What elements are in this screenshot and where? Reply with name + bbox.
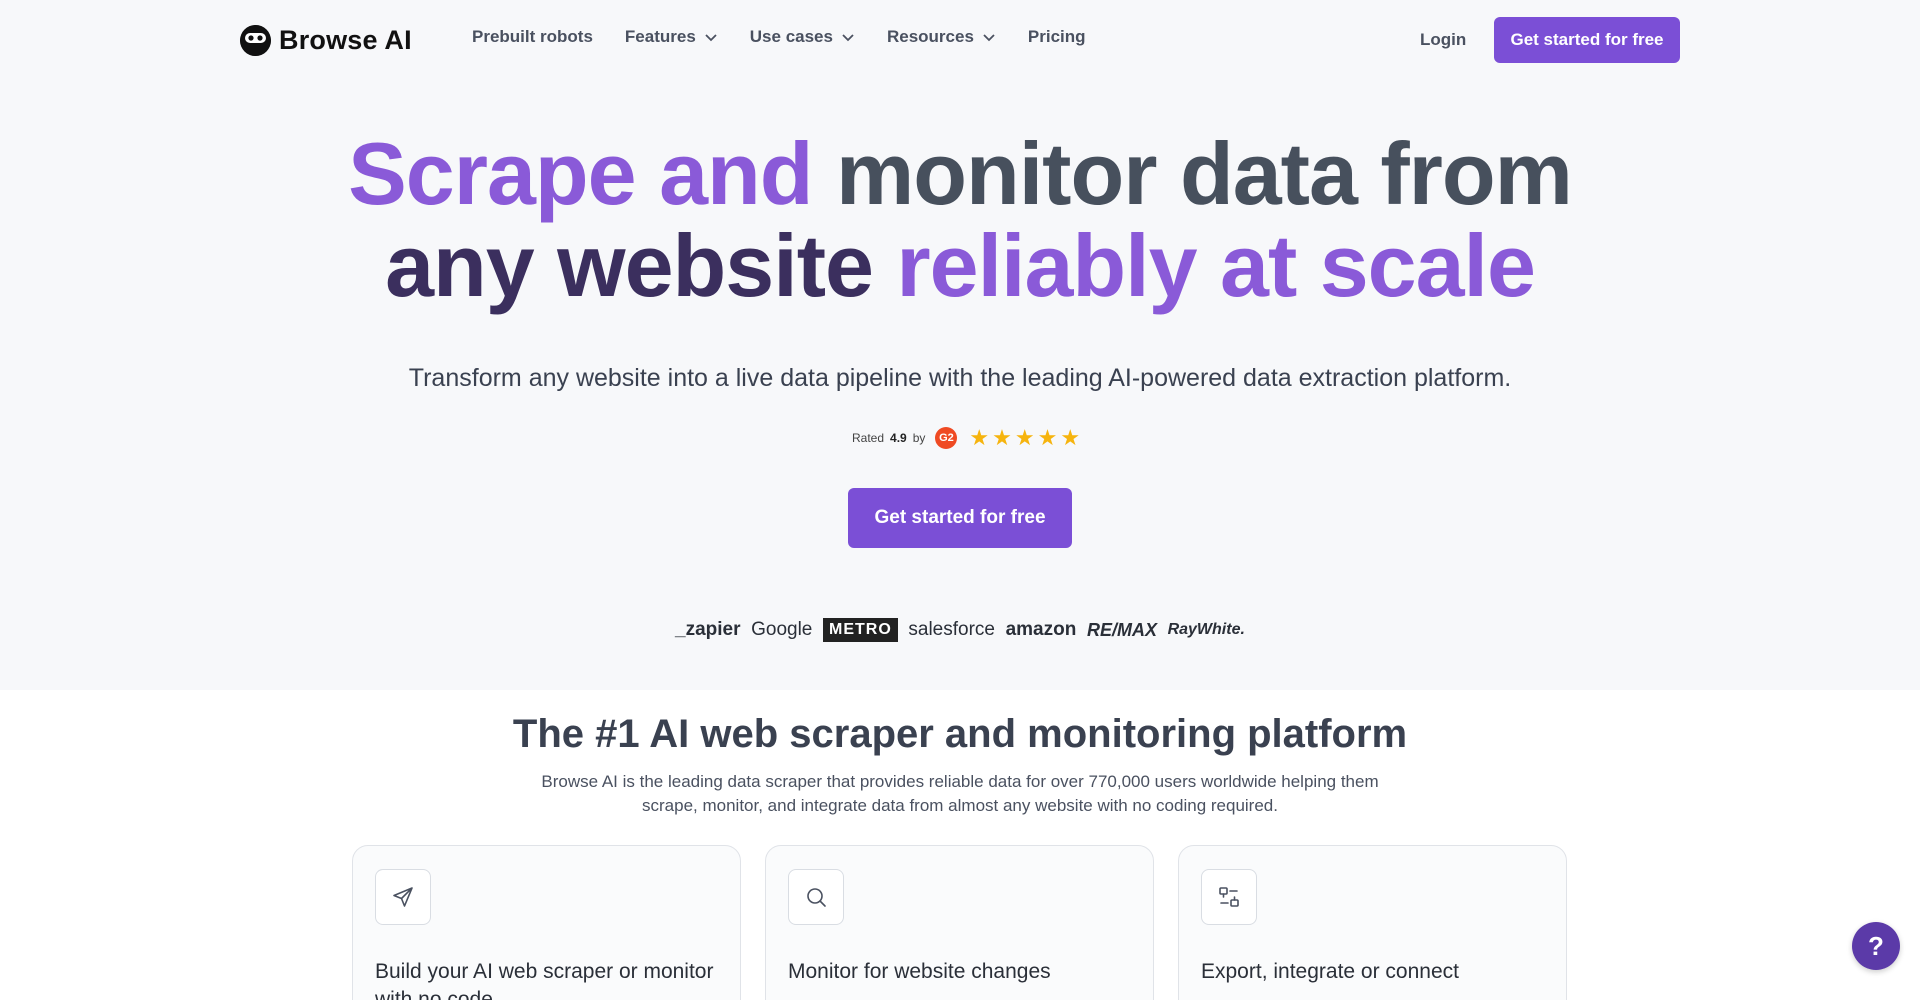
salesforce-logo: salesforce (908, 619, 995, 640)
star-icon: ★ (1037, 425, 1058, 450)
headline-word: monitor (835, 124, 1158, 223)
headline-word: from (1380, 124, 1573, 223)
hero-get-started-button[interactable]: Get started for free (848, 488, 1072, 548)
headline-word: reliably (896, 216, 1197, 315)
top-navigation: Browse AI Prebuilt robots Features Use c… (0, 0, 1920, 80)
headline-word: at (1220, 216, 1297, 315)
headline-word: scale (1319, 216, 1536, 315)
headline-word: any (385, 216, 535, 315)
chevron-down-icon (842, 34, 854, 42)
send-icon (375, 869, 431, 925)
raywhite-logo: RayWhite. (1167, 621, 1245, 638)
headline-word: data (1179, 124, 1358, 223)
integration-icon (1201, 869, 1257, 925)
feature-card-title: Monitor for website changes (788, 960, 1051, 983)
headline-word: Scrape (348, 124, 637, 223)
nav-item-label: Features (624, 27, 696, 46)
chevron-down-icon (705, 34, 717, 42)
nav-item-prebuilt-robots[interactable]: Prebuilt robots (472, 27, 593, 47)
zapier-logo: _zapier (675, 619, 741, 640)
chevron-down-icon (983, 34, 995, 42)
feature-card-build[interactable]: Build your AI web scraper or monitor wit… (352, 845, 741, 1000)
section-title: The #1 AI web scraper and monitoring pla… (512, 712, 1408, 756)
hero-background (0, 0, 1920, 690)
hero-headline: Scrape and monitor data from any website… (0, 128, 1920, 312)
feature-card-title: Build your AI web scraper or monitor wit… (375, 960, 714, 1000)
login-link[interactable]: Login (1420, 30, 1466, 50)
help-chat-button[interactable]: ? (1852, 922, 1900, 970)
headline-word: and (659, 124, 813, 223)
nav-item-resources[interactable]: Resources (887, 27, 996, 47)
star-icon: ★ (969, 425, 990, 450)
nav-get-started-button[interactable]: Get started for free (1494, 17, 1680, 63)
nav-item-use-cases[interactable]: Use cases (750, 27, 855, 47)
nav-item-label: Pricing (1027, 27, 1086, 46)
nav-item-label: Resources (886, 27, 974, 46)
headline-line-1: Scrape and monitor data from (0, 128, 1920, 220)
customer-logos: _zapier Google METRO salesforce amazon R… (675, 614, 1245, 646)
section-description: Browse AI is the leading data scraper th… (541, 772, 1379, 815)
feature-card-title: Export, integrate or connect (1201, 960, 1459, 983)
star-icon: ★ (1060, 425, 1081, 450)
robot-logo-icon (240, 24, 271, 56)
search-icon (788, 869, 844, 925)
headline-word: website (557, 216, 874, 315)
star-icon: ★ (1014, 425, 1035, 450)
rating-stars: ★ ★ ★ ★ ★ (969, 427, 1080, 449)
feature-cards: Build your AI web scraper or monitor wit… (352, 845, 1568, 1000)
hero-subtitle: Transform any website into a live data p… (408, 364, 1512, 392)
nav-item-features[interactable]: Features (625, 27, 718, 47)
remax-logo: RE/MAX (1086, 619, 1157, 640)
nav-item-label: Use cases (749, 27, 833, 46)
nav-item-label: Prebuilt robots (472, 27, 593, 46)
star-icon: ★ (992, 425, 1012, 450)
rating-suffix: by (912, 431, 926, 445)
google-logo: Google (751, 619, 813, 640)
feature-card-export[interactable]: Export, integrate or connect (1178, 845, 1567, 1000)
nav-item-pricing[interactable]: Pricing (1028, 27, 1086, 47)
g2-logo-icon: G2 (935, 427, 958, 449)
rating-value: 4.9 (890, 431, 907, 445)
headline-line-2: any website reliably at scale (0, 220, 1920, 312)
brand-name: Browse AI (279, 24, 412, 55)
brand-logo[interactable]: Browse AI (240, 24, 412, 56)
nav-links: Prebuilt robots Features Use cases Resou… (472, 27, 1086, 47)
rating-prefix: Rated (852, 431, 885, 445)
feature-card-monitor[interactable]: Monitor for website changes (765, 845, 1154, 1000)
metro-logo: METRO (822, 618, 898, 642)
amazon-logo: amazon (1005, 619, 1077, 640)
rating-badge: Rated 4.9 by G2 ★ ★ ★ ★ ★ (852, 425, 1080, 451)
